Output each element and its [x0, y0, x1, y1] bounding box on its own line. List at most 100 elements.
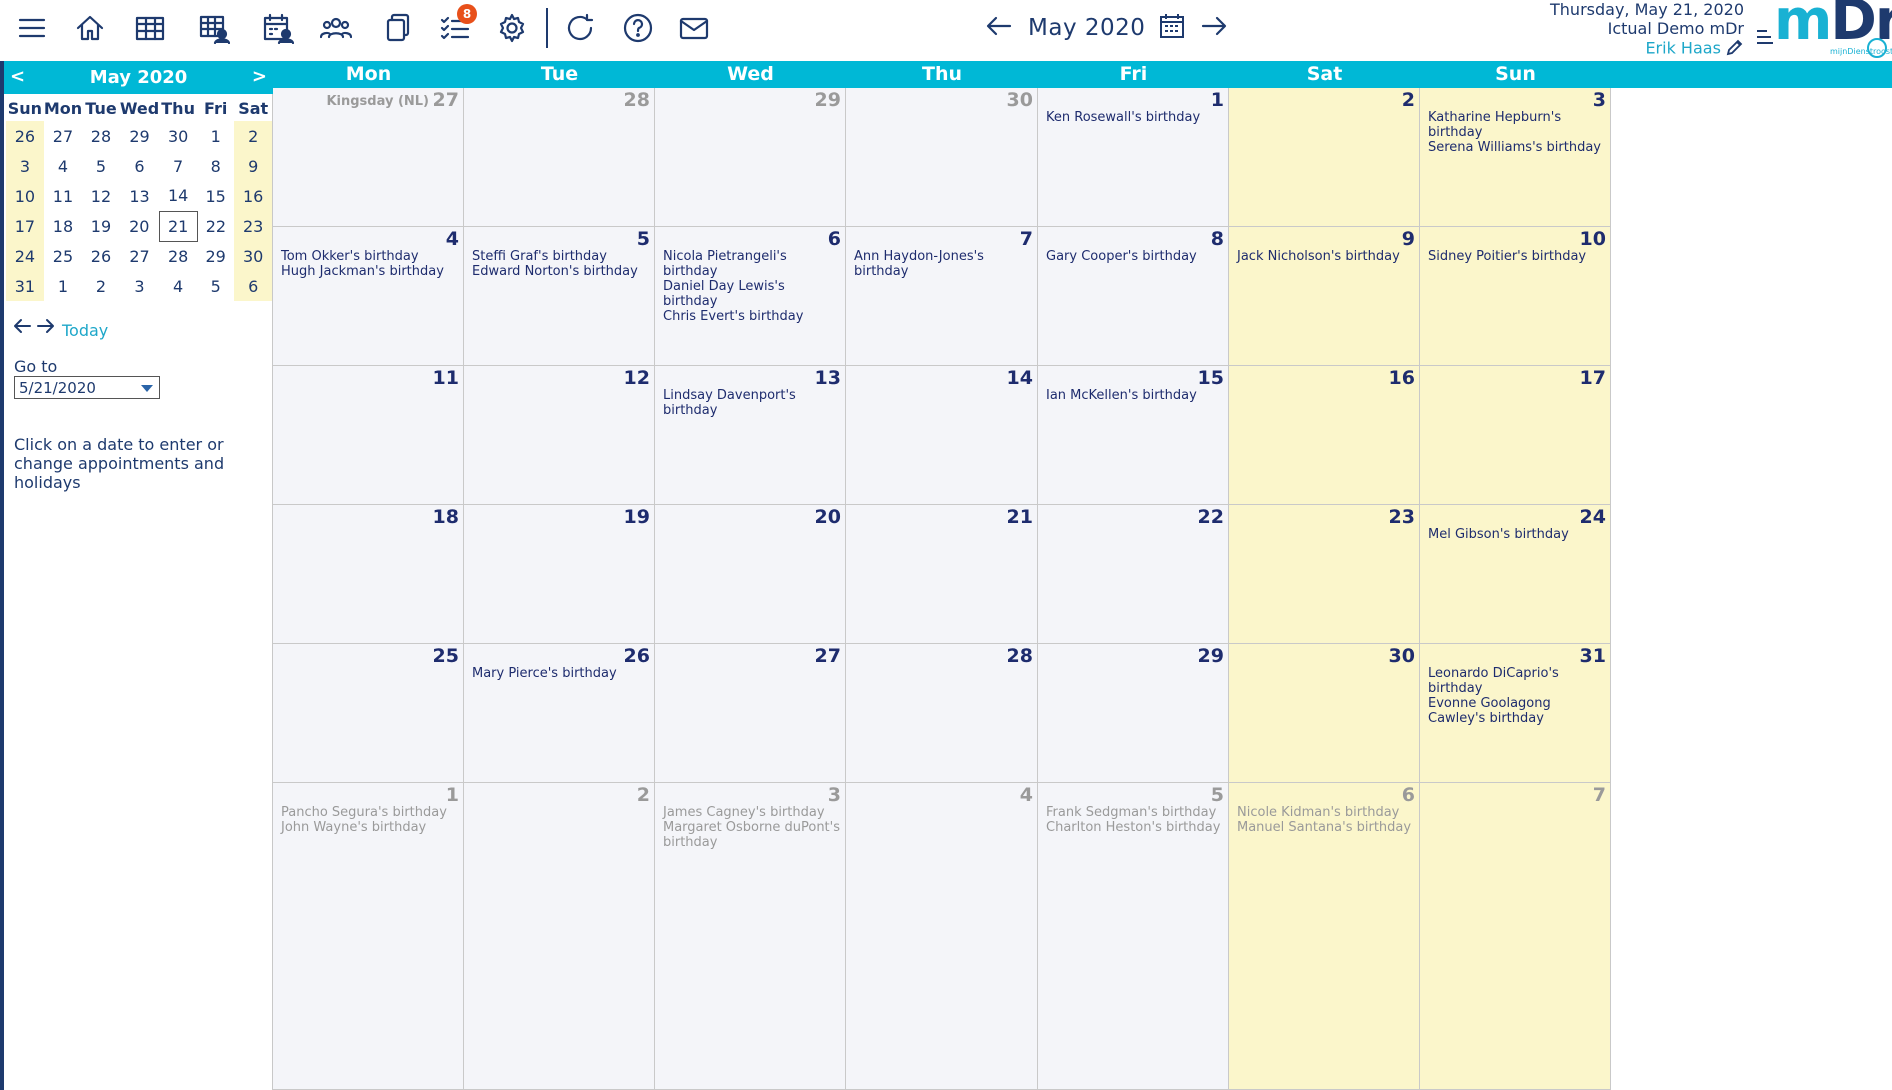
- day-cell[interactable]: 26 Mary Pierce's birthday: [464, 644, 655, 783]
- mini-day[interactable]: 4: [44, 151, 82, 181]
- day-cell[interactable]: 3 Katharine Hepburn's birthday Serena Will…: [1420, 88, 1611, 227]
- user-name-link[interactable]: Erik Haas: [1645, 39, 1720, 58]
- day-cell[interactable]: 4 Tom Okker's birthday Hugh Jackman's birt…: [273, 227, 464, 366]
- mini-day[interactable]: 7: [159, 151, 197, 181]
- day-cell[interactable]: 3 James Cagney's birthday Margaret Osborne…: [655, 783, 846, 1090]
- dropdown-caret-icon[interactable]: [141, 385, 153, 392]
- mini-day[interactable]: 18: [44, 211, 82, 241]
- event-item[interactable]: James Cagney's birthday: [663, 805, 841, 820]
- day-cell[interactable]: 23: [1229, 505, 1420, 644]
- mini-day[interactable]: 11: [44, 181, 82, 211]
- grid-user-icon[interactable]: [194, 8, 234, 48]
- calendar-user-icon[interactable]: [258, 8, 298, 48]
- mini-next-month-button[interactable]: >: [252, 66, 267, 87]
- event-item[interactable]: Serena Williams's birthday: [1428, 140, 1606, 155]
- mdr-logo[interactable]: mDr mijnDienstrooster: [1752, 0, 1892, 61]
- mini-day[interactable]: 2: [82, 271, 120, 301]
- calendar-picker-icon[interactable]: [1159, 13, 1185, 43]
- day-cell[interactable]: 29: [655, 88, 846, 227]
- event-item[interactable]: Mel Gibson's birthday: [1428, 527, 1606, 542]
- day-cell[interactable]: 4: [846, 783, 1038, 1090]
- day-cell[interactable]: 1 Ken Rosewall's birthday: [1038, 88, 1229, 227]
- day-cell[interactable]: 1 Pancho Segura's birthday John Wayne's bi…: [273, 783, 464, 1090]
- event-item[interactable]: Nicola Pietrangeli's birthday: [663, 249, 841, 279]
- day-cell[interactable]: 5 Frank Sedgman's birthday Charlton Heston…: [1038, 783, 1229, 1090]
- mini-day[interactable]: 8: [197, 151, 234, 181]
- day-cell[interactable]: 27: [655, 644, 846, 783]
- mini-day[interactable]: 2: [234, 121, 272, 151]
- event-item[interactable]: Mary Pierce's birthday: [472, 666, 650, 681]
- event-item[interactable]: Daniel Day Lewis's birthday: [663, 279, 841, 309]
- event-item[interactable]: Evonne Goolagong Cawley's birthday: [1428, 696, 1606, 726]
- checklist-icon[interactable]: 8: [435, 4, 477, 48]
- mini-day[interactable]: 27: [120, 241, 159, 271]
- event-item[interactable]: Margaret Osborne duPont's birthday: [663, 820, 841, 850]
- refresh-icon[interactable]: [560, 8, 600, 48]
- event-item[interactable]: Gary Cooper's birthday: [1046, 249, 1224, 264]
- event-item[interactable]: Lindsay Davenport's birthday: [663, 388, 841, 418]
- day-cell[interactable]: 28: [846, 644, 1038, 783]
- mini-day[interactable]: 29: [120, 121, 159, 151]
- event-item[interactable]: Leonardo DiCaprio's birthday: [1428, 666, 1606, 696]
- day-cell[interactable]: 12: [464, 366, 655, 505]
- copy-icon[interactable]: [378, 8, 418, 48]
- mini-day[interactable]: 19: [82, 211, 120, 241]
- day-cell[interactable]: 15 Ian McKellen's birthday: [1038, 366, 1229, 505]
- mini-day[interactable]: 27: [44, 121, 82, 151]
- mini-day[interactable]: 6: [234, 271, 272, 301]
- day-cell[interactable]: 25: [273, 644, 464, 783]
- previous-month-arrow-icon[interactable]: [984, 11, 1014, 45]
- mini-day[interactable]: 9: [234, 151, 272, 181]
- event-item[interactable]: Ken Rosewall's birthday: [1046, 110, 1224, 125]
- day-cell[interactable]: 7 Ann Haydon-Jones's birthday: [846, 227, 1038, 366]
- mini-day[interactable]: 12: [82, 181, 120, 211]
- day-cell[interactable]: 5 Steffi Graf's birthday Edward Norton's b…: [464, 227, 655, 366]
- mini-day[interactable]: 30: [234, 241, 272, 271]
- mini-day[interactable]: 15: [197, 181, 234, 211]
- day-cell[interactable]: 29: [1038, 644, 1229, 783]
- event-item[interactable]: Chris Evert's birthday: [663, 309, 841, 324]
- mini-day[interactable]: 4: [159, 271, 197, 301]
- event-item[interactable]: John Wayne's birthday: [281, 820, 459, 835]
- goto-date-input[interactable]: 5/21/2020: [14, 376, 160, 399]
- mini-day[interactable]: 26: [6, 121, 44, 151]
- day-cell[interactable]: 21: [846, 505, 1038, 644]
- day-cell[interactable]: 31 Leonardo DiCaprio's birthday Evonne Goo…: [1420, 644, 1611, 783]
- mini-day[interactable]: 22: [197, 211, 234, 241]
- event-item[interactable]: Edward Norton's birthday: [472, 264, 650, 279]
- mini-day[interactable]: 17: [6, 211, 44, 241]
- mini-day[interactable]: 1: [44, 271, 82, 301]
- mini-day[interactable]: 30: [159, 121, 197, 151]
- team-icon[interactable]: [316, 8, 356, 48]
- day-cell[interactable]: 30: [1229, 644, 1420, 783]
- back-arrow-icon[interactable]: [12, 316, 32, 340]
- day-cell[interactable]: 14: [846, 366, 1038, 505]
- mini-day[interactable]: 3: [6, 151, 44, 181]
- day-cell[interactable]: 18: [273, 505, 464, 644]
- help-icon[interactable]: [618, 8, 658, 48]
- event-item[interactable]: Tom Okker's birthday: [281, 249, 459, 264]
- event-item[interactable]: Frank Sedgman's birthday: [1046, 805, 1224, 820]
- mini-day[interactable]: 24: [6, 241, 44, 271]
- mini-day[interactable]: 6: [120, 151, 159, 181]
- today-link[interactable]: Today: [62, 321, 108, 340]
- mini-day[interactable]: 20: [120, 211, 159, 241]
- mini-day[interactable]: 13: [120, 181, 159, 211]
- edit-pencil-icon[interactable]: [1726, 38, 1744, 60]
- gear-icon[interactable]: [492, 8, 532, 48]
- day-cell[interactable]: 9 Jack Nicholson's birthday: [1229, 227, 1420, 366]
- mini-day[interactable]: 3: [120, 271, 159, 301]
- mini-day[interactable]: 29: [197, 241, 234, 271]
- day-cell[interactable]: 2: [1229, 88, 1420, 227]
- mini-day[interactable]: 1: [197, 121, 234, 151]
- day-cell[interactable]: 20: [655, 505, 846, 644]
- mini-day[interactable]: 26: [82, 241, 120, 271]
- day-cell[interactable]: 17: [1420, 366, 1611, 505]
- mini-day[interactable]: 23: [234, 211, 272, 241]
- day-cell[interactable]: 11: [273, 366, 464, 505]
- forward-arrow-icon[interactable]: [36, 316, 56, 340]
- day-cell[interactable]: 24 Mel Gibson's birthday: [1420, 505, 1611, 644]
- event-item[interactable]: Manuel Santana's birthday: [1237, 820, 1415, 835]
- event-item[interactable]: Pancho Segura's birthday: [281, 805, 459, 820]
- day-cell[interactable]: 30: [846, 88, 1038, 227]
